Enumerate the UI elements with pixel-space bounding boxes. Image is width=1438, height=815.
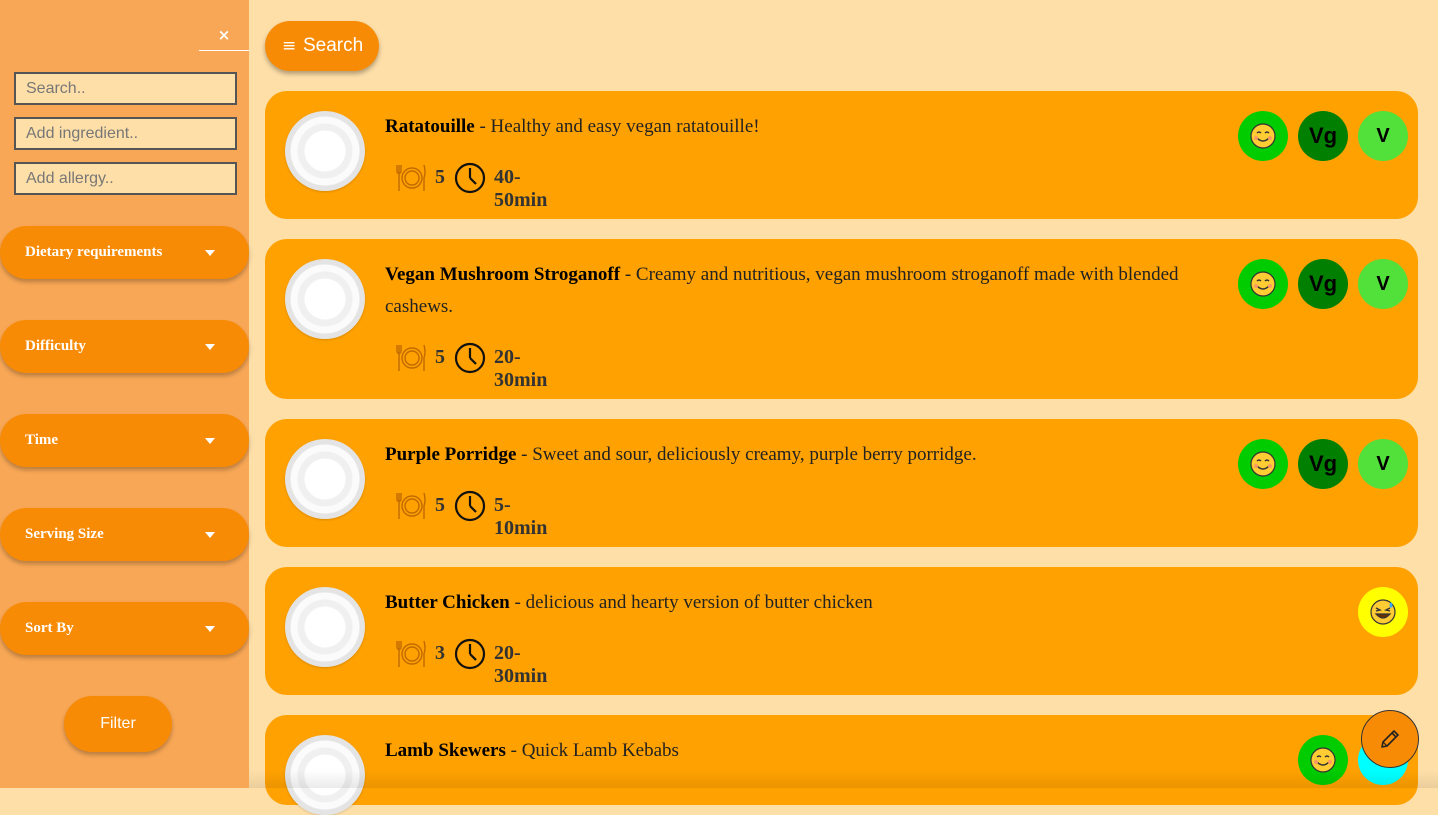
plate-image bbox=[285, 111, 365, 191]
servings-value: 5 bbox=[435, 166, 445, 188]
recipe-heading: Butter Chicken - delicious and hearty ve… bbox=[385, 587, 1185, 619]
recipe-title: Vegan Mushroom Stroganoff bbox=[385, 264, 621, 285]
dropdown-label: Serving Size bbox=[25, 526, 104, 542]
separator: - bbox=[620, 264, 636, 285]
vegetarian-badge: V bbox=[1358, 439, 1408, 489]
servings-value: 5 bbox=[435, 494, 445, 516]
pencil-icon bbox=[1381, 730, 1399, 748]
edit-button[interactable] bbox=[1361, 710, 1419, 768]
recipe-card[interactable]: Lamb Skewers - Quick Lamb Kebabs bbox=[265, 715, 1418, 815]
clock-icon bbox=[454, 162, 486, 194]
recipe-card[interactable]: Butter Chicken - delicious and hearty ve… bbox=[265, 567, 1418, 695]
easy-badge bbox=[1238, 259, 1288, 309]
separator: - bbox=[505, 740, 522, 761]
recipe-description: delicious and hearty version of butter c… bbox=[525, 592, 873, 613]
cutlery-plate-icon bbox=[395, 638, 427, 670]
sort-by-dropdown[interactable]: Sort By bbox=[0, 602, 249, 655]
allergy-input[interactable] bbox=[14, 162, 237, 195]
recipe-description: Quick Lamb Kebabs bbox=[521, 740, 679, 761]
servings-value: 5 bbox=[435, 346, 445, 368]
separator: - bbox=[509, 592, 526, 613]
difficulty-dropdown[interactable]: Difficulty bbox=[0, 320, 249, 373]
cutlery-plate-icon bbox=[395, 162, 427, 194]
caret-down-icon bbox=[205, 532, 215, 538]
time-value: 40-50min bbox=[494, 166, 548, 211]
clock-icon bbox=[454, 490, 486, 522]
recipe-title: Lamb Skewers bbox=[385, 740, 506, 761]
dropdown-label: Time bbox=[25, 432, 59, 448]
cutlery-plate-icon bbox=[395, 342, 427, 374]
ingredient-input[interactable] bbox=[14, 117, 237, 150]
filter-button[interactable]: Filter bbox=[64, 696, 172, 752]
recipe-card[interactable]: Vegan Mushroom Stroganoff - Creamy and n… bbox=[265, 239, 1418, 399]
clock-icon bbox=[454, 638, 486, 670]
dropdown-label: Dietary requirements bbox=[25, 244, 163, 260]
clock-icon bbox=[454, 342, 486, 374]
dropdown-label: Difficulty bbox=[25, 338, 86, 354]
search-input[interactable] bbox=[14, 72, 237, 105]
caret-down-icon bbox=[205, 626, 215, 632]
vegan-badge: Vg bbox=[1298, 259, 1348, 309]
recipe-heading: Ratatouille - Healthy and easy vegan rat… bbox=[385, 111, 1185, 143]
sidebar: × Dietary requirements Difficulty Time S… bbox=[0, 0, 249, 788]
separator: - bbox=[516, 444, 533, 465]
caret-down-icon bbox=[205, 344, 215, 350]
easy-badge bbox=[1238, 439, 1288, 489]
separator: - bbox=[474, 116, 491, 137]
recipe-heading: Purple Porridge - Sweet and sour, delici… bbox=[385, 439, 1185, 471]
recipe-title: Butter Chicken bbox=[385, 592, 510, 613]
recipe-card[interactable]: Ratatouille - Healthy and easy vegan rat… bbox=[265, 91, 1418, 219]
cutlery-plate-icon bbox=[395, 490, 427, 522]
time-value: 20-30min bbox=[494, 346, 548, 391]
search-button-label: Search bbox=[303, 35, 364, 56]
dietary-requirements-dropdown[interactable]: Dietary requirements bbox=[0, 226, 249, 279]
recipe-heading: Lamb Skewers - Quick Lamb Kebabs bbox=[385, 735, 1185, 767]
recipe-title: Purple Porridge bbox=[385, 444, 517, 465]
easy-badge bbox=[1238, 111, 1288, 161]
caret-down-icon bbox=[205, 438, 215, 444]
time-dropdown[interactable]: Time bbox=[0, 414, 249, 467]
vegetarian-badge: V bbox=[1358, 111, 1408, 161]
vegan-badge: Vg bbox=[1298, 439, 1348, 489]
plate-image bbox=[285, 439, 365, 519]
time-value: 20-30min bbox=[494, 642, 548, 687]
recipe-heading: Vegan Mushroom Stroganoff - Creamy and n… bbox=[385, 259, 1185, 323]
time-value: 5-10min bbox=[494, 494, 548, 539]
smiling-face-icon bbox=[1250, 123, 1276, 149]
smiling-face-icon bbox=[1250, 271, 1276, 297]
caret-down-icon bbox=[205, 250, 215, 256]
serving-size-dropdown[interactable]: Serving Size bbox=[0, 508, 249, 561]
recipe-card[interactable]: Purple Porridge - Sweet and sour, delici… bbox=[265, 419, 1418, 547]
plate-image bbox=[285, 259, 365, 339]
recipe-title: Ratatouille bbox=[385, 116, 475, 137]
servings-value: 3 bbox=[435, 642, 445, 664]
grinning-sweat-face-icon bbox=[1370, 599, 1396, 625]
plate-image bbox=[285, 587, 365, 667]
vegetarian-badge: V bbox=[1358, 259, 1408, 309]
scroll-shadow bbox=[249, 770, 1438, 788]
menu-icon: ≡ bbox=[282, 36, 297, 56]
search-toggle-button[interactable]: ≡ Search bbox=[265, 21, 379, 71]
recipe-description: Healthy and easy vegan ratatouille! bbox=[490, 116, 760, 137]
medium-badge bbox=[1358, 587, 1408, 637]
dropdown-label: Sort By bbox=[25, 620, 74, 636]
smiling-face-icon bbox=[1250, 451, 1276, 477]
recipe-description: Sweet and sour, deliciously creamy, purp… bbox=[532, 444, 977, 465]
close-sidebar-button[interactable]: × bbox=[199, 26, 249, 51]
vegan-badge: Vg bbox=[1298, 111, 1348, 161]
